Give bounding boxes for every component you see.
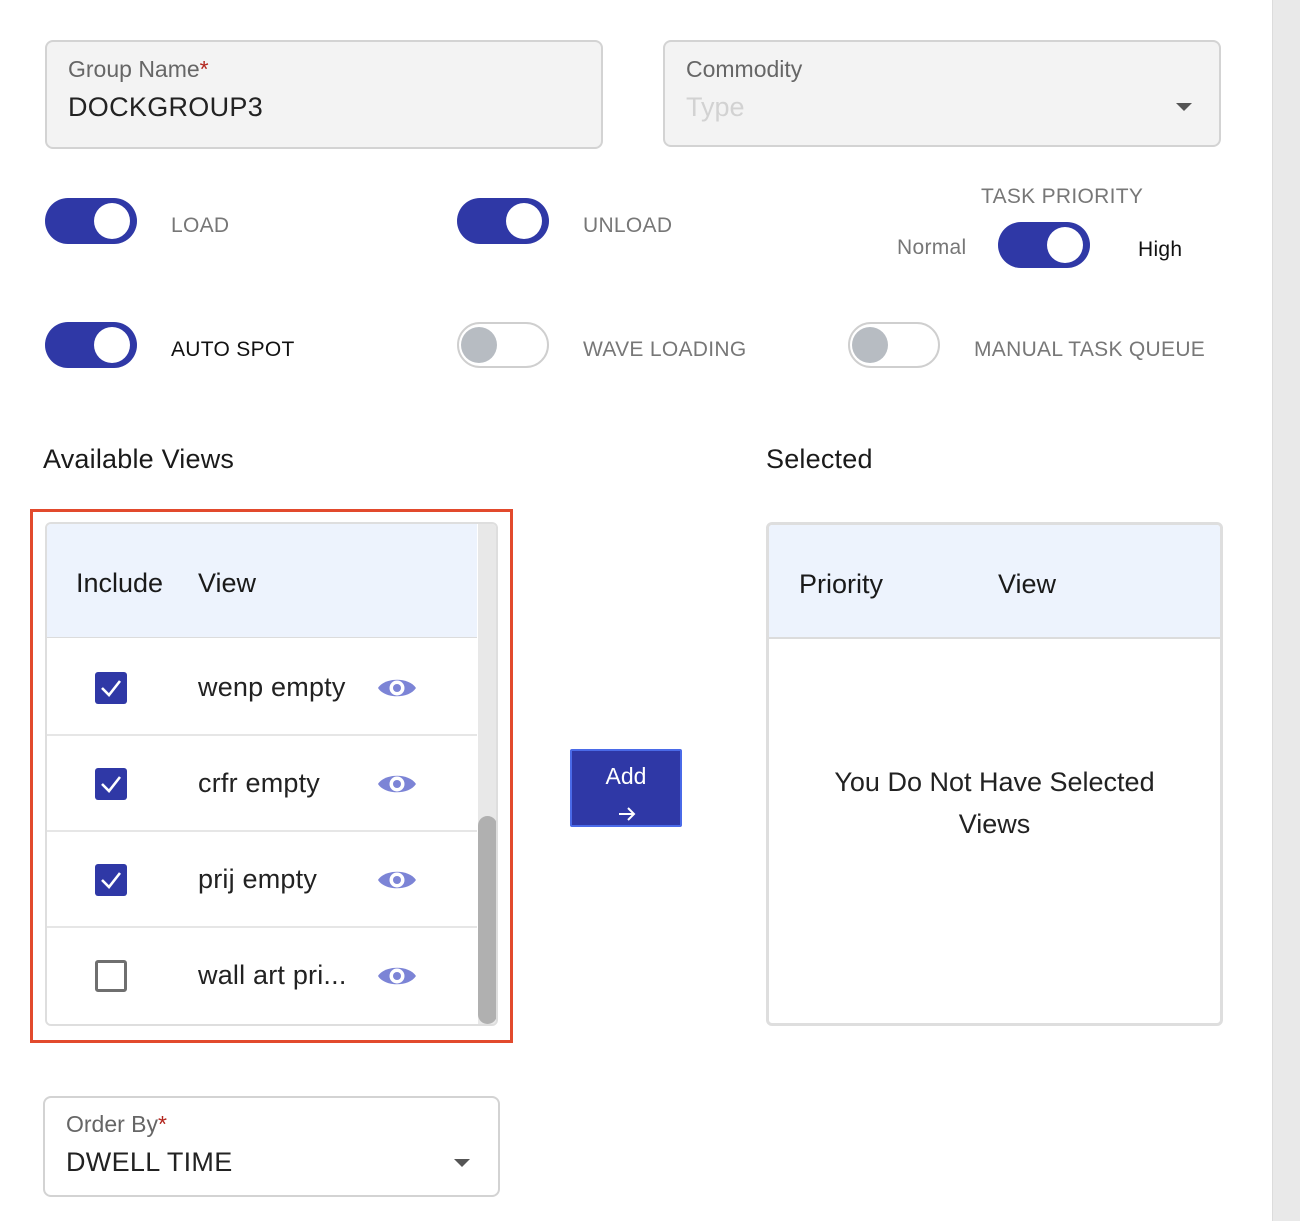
available-views-title: Available Views <box>43 444 235 474</box>
available-views-header: Include View <box>47 524 477 638</box>
task-priority-toggle[interactable] <box>998 222 1090 268</box>
add-button[interactable]: Add <box>570 749 682 827</box>
view-column-header: View <box>198 568 257 598</box>
caret-down-icon[interactable] <box>454 1159 470 1167</box>
include-checkbox[interactable] <box>95 864 127 896</box>
view-name: crfr empty <box>198 768 321 798</box>
selected-views-header: Priority View <box>769 525 1220 639</box>
eye-icon[interactable] <box>376 866 418 894</box>
checkmark-icon <box>101 776 122 793</box>
task-priority-normal-label: Normal <box>897 236 967 259</box>
view-name: prij empty <box>198 864 318 894</box>
arrow-right-icon <box>619 807 636 821</box>
table-row: wall art pri... <box>47 928 477 1024</box>
view-name: wall art pri... <box>198 960 347 990</box>
group-name-label: Group Name* <box>68 56 209 82</box>
eye-icon[interactable] <box>376 770 418 798</box>
add-button-label: Add <box>605 763 647 789</box>
selected-title: Selected <box>766 444 873 474</box>
task-priority-high-label: High <box>1138 238 1183 261</box>
task-priority-title: TASK PRIORITY <box>981 185 1144 208</box>
load-toggle[interactable] <box>45 198 137 244</box>
eye-icon[interactable] <box>376 962 418 990</box>
include-checkbox[interactable] <box>95 960 127 992</box>
page-scrollbar[interactable] <box>1272 0 1300 1221</box>
include-checkbox[interactable] <box>95 768 127 800</box>
order-by-label: Order By* <box>66 1111 167 1137</box>
checkmark-icon <box>101 872 122 889</box>
view-column-header: View <box>998 569 1057 599</box>
load-label: LOAD <box>171 214 230 237</box>
priority-column-header: Priority <box>799 569 884 599</box>
unload-toggle[interactable] <box>457 198 549 244</box>
wave-loading-toggle[interactable] <box>457 322 549 368</box>
unload-label: UNLOAD <box>583 214 673 237</box>
table-row: crfr empty <box>47 736 477 832</box>
manual-task-queue-label: MANUAL TASK QUEUE <box>974 338 1206 361</box>
group-name-field[interactable]: Group Name* DOCKGROUP3 <box>45 40 603 149</box>
commodity-placeholder: Type <box>686 92 745 122</box>
include-checkbox[interactable] <box>95 672 127 704</box>
manual-task-queue-toggle[interactable] <box>848 322 940 368</box>
table-row: wenp empty <box>47 640 477 736</box>
available-views-table: Include View wenp empty crfr empty prij … <box>45 522 498 1026</box>
order-by-select[interactable]: Order By* DWELL TIME <box>43 1096 500 1197</box>
group-name-value[interactable]: DOCKGROUP3 <box>68 92 263 123</box>
eye-icon[interactable] <box>376 674 418 702</box>
auto-spot-toggle[interactable] <box>45 322 137 368</box>
checkmark-icon <box>101 680 122 697</box>
commodity-label: Commodity <box>686 56 803 82</box>
caret-down-icon[interactable] <box>1176 103 1192 111</box>
table-scrollbar-thumb[interactable] <box>478 816 496 1024</box>
empty-selection-message: You Do Not Have Selected Views <box>834 767 1155 839</box>
order-by-value: DWELL TIME <box>66 1147 233 1177</box>
auto-spot-label: AUTO SPOT <box>171 338 295 361</box>
wave-loading-label: WAVE LOADING <box>583 338 747 361</box>
selected-views-table: Priority View You Do Not Have Selected V… <box>766 522 1223 1026</box>
table-row: prij empty <box>47 832 477 928</box>
commodity-select[interactable]: Commodity Type <box>663 40 1221 147</box>
view-name: wenp empty <box>198 672 346 702</box>
include-column-header: Include <box>76 568 164 598</box>
